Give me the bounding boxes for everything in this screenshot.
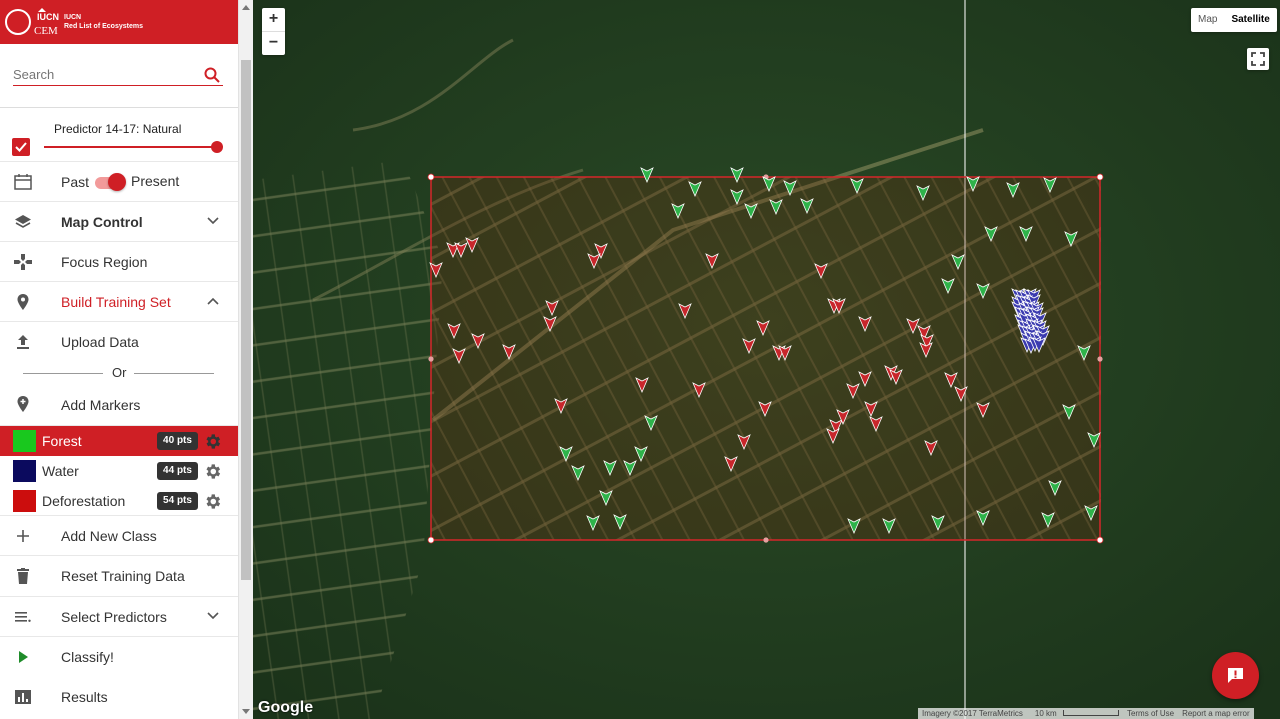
menu-results[interactable]: Results [0,677,238,717]
trash-icon [17,568,29,584]
upload-icon [17,335,29,349]
class-row-forest[interactable]: Forest 40 pts [0,426,238,456]
check-icon [15,142,27,152]
or-line-right [134,373,214,374]
chevron-up-icon [207,297,219,305]
gear-icon[interactable] [203,462,222,481]
add-location-icon [17,396,29,412]
fullscreen-button[interactable] [1247,48,1269,70]
gear-icon[interactable] [203,432,222,451]
class-name: Water [42,463,79,479]
search-icon[interactable] [204,67,220,83]
bar-chart-icon [15,690,31,704]
zoom-control: + − [262,8,285,55]
menu-select-predictors[interactable]: Select Predictors [0,597,238,637]
scrollbar-thumb[interactable] [241,60,251,580]
place-icon [17,294,29,310]
scale-label: 10 km [1027,708,1123,719]
map-canvas[interactable] [253,0,1280,719]
layers-icon [15,215,31,228]
map-attribution: Imagery ©2017 TerraMetrics 10 km Terms o… [918,708,1254,719]
reset-training-data-label: Reset Training Data [61,568,185,584]
predictor-slider-track[interactable] [44,146,220,148]
app-root: IUCN CEM IUCN Red List of Ecosystems Pre… [0,0,1280,719]
zoom-in-button[interactable]: + [262,8,285,31]
select-predictors-label: Select Predictors [61,608,167,625]
menu-reset-training-data[interactable]: Reset Training Data [0,556,238,597]
map-type-map[interactable]: Map [1191,8,1224,32]
search-row [0,44,238,108]
scroll-up-icon[interactable] [242,5,250,10]
class-color-swatch[interactable] [13,490,36,512]
or-divider: Or [0,362,238,384]
iucn-cem-logo: IUCN CEM [4,5,60,39]
map-type-control: Map Satellite [1191,8,1277,32]
add-new-class-label: Add New Class [61,527,157,544]
build-training-set-label: Build Training Set [61,293,171,310]
past-label: Past [61,174,90,190]
upload-data-label: Upload Data [61,334,139,350]
chevron-down-icon [207,612,219,620]
list-icon [15,612,31,622]
sidebar: IUCN CEM IUCN Red List of Ecosystems Pre… [0,0,238,719]
feedback-icon [1228,668,1243,683]
classify-label: Classify! [61,649,114,665]
class-color-swatch[interactable] [13,430,36,452]
menu-focus-region[interactable]: Focus Region [0,242,238,282]
scale-bar [1062,710,1119,716]
menu-upload-data[interactable]: Upload Data [0,322,238,362]
focus-region-rectangle[interactable] [430,176,1101,541]
calendar-icon [14,174,32,190]
fullscreen-icon [1251,52,1265,66]
class-row-deforestation[interactable]: Deforestation 54 pts [0,486,238,516]
present-label: Present [131,173,180,189]
feedback-button[interactable] [1212,652,1259,699]
logo-line-1: IUCN [64,14,82,21]
gamepad-icon [14,254,32,270]
predictor-label: Predictor 14-17: Natural [54,122,182,136]
focus-region-label: Focus Region [61,253,148,270]
gear-icon[interactable] [203,492,222,511]
menu-add-markers[interactable]: Add Markers [0,384,238,426]
class-points-badge: 44 pts [157,462,198,480]
or-line-left [23,373,103,374]
logo-text: IUCN Red List of Ecosystems [64,13,143,31]
time-toggle-knob[interactable] [108,173,126,191]
imagery-credit: Imagery ©2017 TerraMetrics [922,709,1023,718]
class-points-badge: 54 pts [157,492,198,510]
add-markers-label: Add Markers [61,396,141,413]
sidebar-scrollbar[interactable] [238,0,253,719]
time-toggle-row: Past Present [0,162,238,202]
play-icon [19,651,28,663]
menu-map-control[interactable]: Map Control [0,202,238,242]
class-points-badge: 40 pts [157,432,198,450]
search-input[interactable] [13,64,223,86]
results-label: Results [61,689,108,705]
logo-line-2: Red List of Ecosystems [64,23,143,30]
class-color-swatch[interactable] [13,460,36,482]
map-control-label: Map Control [61,213,143,230]
class-row-water[interactable]: Water 44 pts [0,456,238,486]
svg-text:IUCN: IUCN [37,12,59,22]
scroll-down-icon[interactable] [242,709,250,714]
terms-of-use-link[interactable]: Terms of Use [1123,708,1178,719]
or-text: Or [112,365,127,380]
menu-build-training-set[interactable]: Build Training Set [0,282,238,322]
predictor-row: Predictor 14-17: Natural [0,108,238,162]
report-map-error-link[interactable]: Report a map error [1178,708,1254,719]
map-type-satellite[interactable]: Satellite [1224,8,1276,32]
chevron-down-icon [207,217,219,225]
class-name: Forest [42,433,82,449]
plus-icon [17,530,29,542]
class-name: Deforestation [42,493,126,509]
menu-add-new-class[interactable]: Add New Class [0,516,238,556]
google-logo: Google [258,699,314,716]
predictor-checkbox[interactable] [12,138,30,156]
svg-text:CEM: CEM [34,25,58,37]
predictor-slider-thumb[interactable] [211,141,223,153]
menu-classify[interactable]: Classify! [0,637,238,677]
zoom-out-button[interactable]: − [262,32,285,55]
header-bar: IUCN CEM IUCN Red List of Ecosystems [0,0,238,44]
